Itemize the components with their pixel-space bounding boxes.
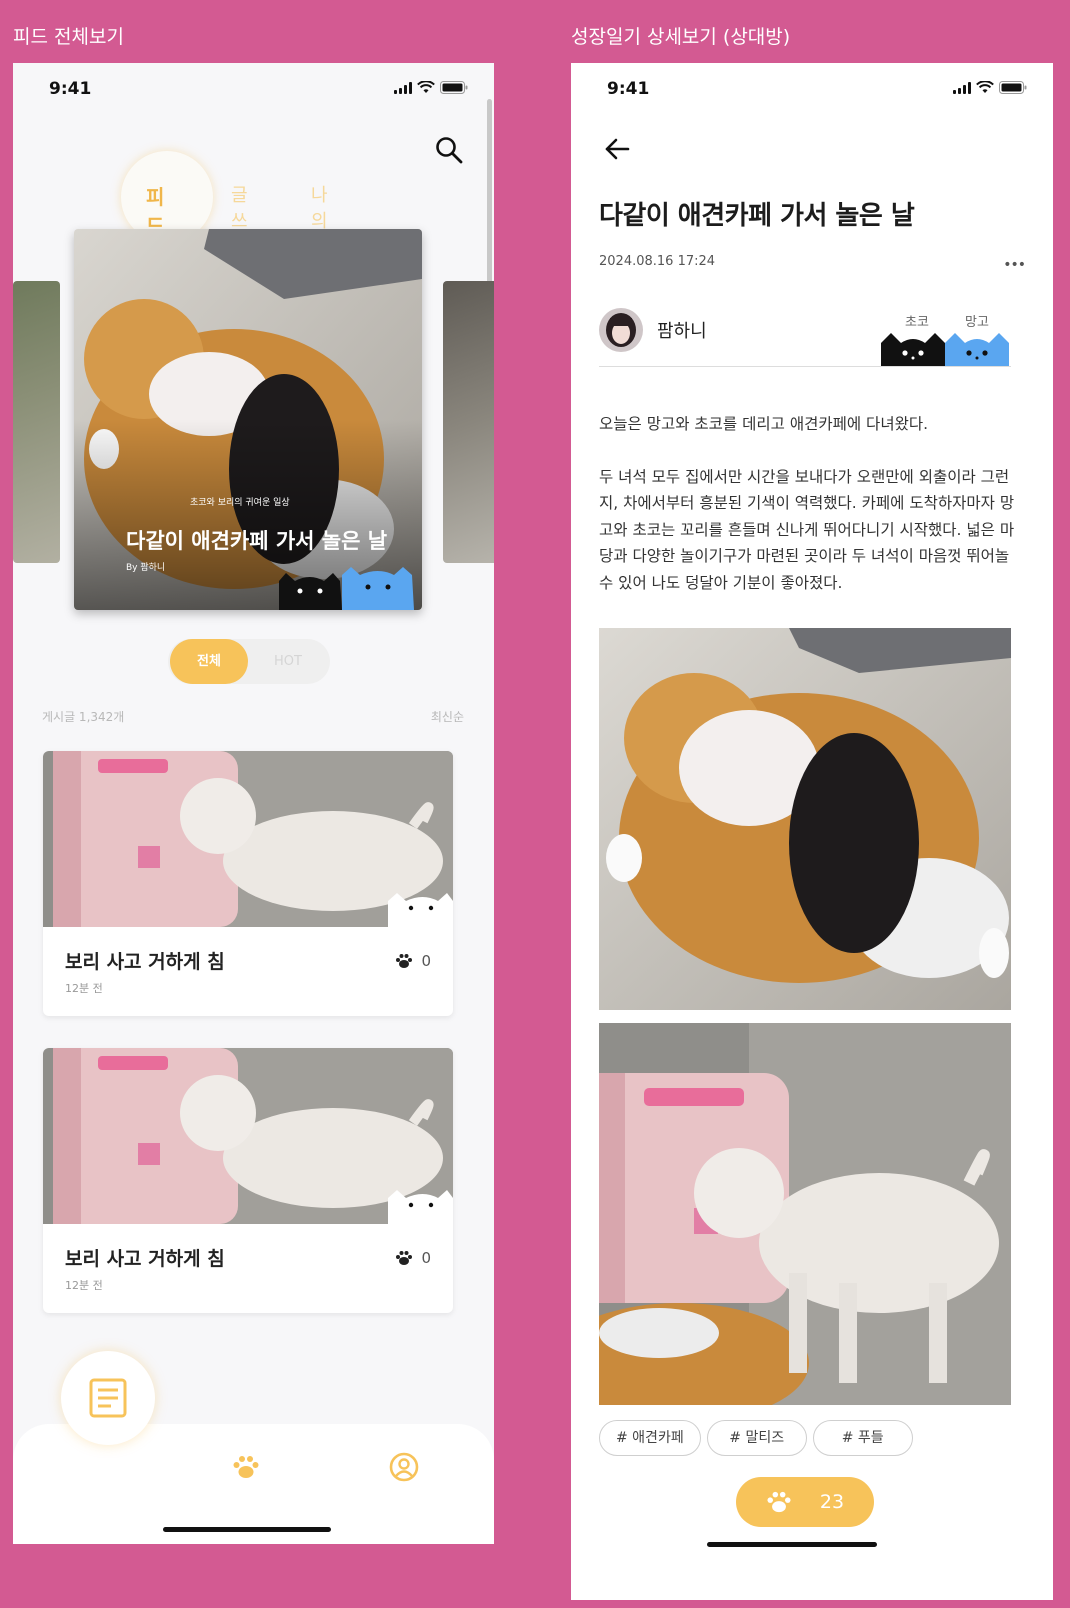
- diary-paragraph: 두 녀석 모두 집에서만 시간을 보내다가 오랜만에 외출이라 그런지, 차에서…: [599, 467, 1015, 592]
- diary-title: 다같이 애견카페 가서 놀은 날: [599, 201, 915, 231]
- bottom-nav: [13, 1424, 494, 1544]
- scrollbar[interactable]: [487, 99, 492, 289]
- diary-photo[interactable]: [599, 1023, 1011, 1405]
- post-title: 보리 사고 거하게 침: [65, 951, 225, 973]
- status-icons: [953, 81, 1027, 94]
- carousel-next-card[interactable]: [443, 281, 494, 563]
- more-options-button[interactable]: •••: [1003, 257, 1026, 273]
- pet-label-mango: 망고: [965, 315, 989, 330]
- pet-choco-cat-icon[interactable]: [881, 331, 945, 367]
- post-photo: [43, 751, 453, 927]
- tag-list: # 애견카페 # 말티즈 # 푸들: [599, 1420, 913, 1456]
- status-time: 9:41: [607, 79, 650, 99]
- signal-icon: [953, 82, 971, 94]
- document-icon: [89, 1378, 127, 1418]
- featured-diary-card[interactable]: 초코와 보리의 귀여운 일상 다같이 애견카페 가서 놀은 날 By 팜하니: [74, 229, 422, 610]
- tag-chip[interactable]: # 말티즈: [706, 1420, 807, 1456]
- tag-chip[interactable]: # 애견카페: [599, 1420, 701, 1456]
- hero-subtitle: 초코와 보리의 귀여운 일상: [190, 498, 290, 508]
- home-indicator: [163, 1527, 331, 1532]
- diary-body: 오늘은 망고와 초코를 데리고 애견카페에 다녀왔다. 두 녀석 모두 집에서만…: [599, 411, 1015, 622]
- diary-detail-screen: 9:41 다같이 애견카페 가서 놀은 날 2024.08.16 17:24 •…: [571, 63, 1053, 1600]
- like-count: 23: [819, 1491, 845, 1513]
- carousel-prev-card[interactable]: [13, 281, 60, 563]
- back-arrow-icon[interactable]: [603, 135, 631, 163]
- post-time: 12분 전: [65, 1279, 103, 1292]
- hero-title: 다같이 애견카페 가서 놀은 날: [126, 529, 388, 553]
- post-likes: 0: [395, 952, 431, 970]
- wifi-icon: [417, 81, 435, 93]
- status-bar: 9:41: [571, 63, 1053, 115]
- battery-icon: [999, 81, 1027, 94]
- post-card[interactable]: 보리 사고 거하게 침 12분 전 0: [43, 751, 453, 1016]
- wifi-icon: [976, 81, 994, 93]
- status-time: 9:41: [49, 79, 92, 99]
- post-likes: 0: [395, 1249, 431, 1267]
- diary-paragraph: 오늘은 망고와 초코를 데리고 애견카페에 다녀왔다.: [599, 415, 929, 433]
- paw-nav-icon[interactable]: [232, 1454, 260, 1480]
- tag-chip[interactable]: # 푸들: [812, 1420, 913, 1456]
- battery-icon: [440, 81, 468, 94]
- avatar-photo: [599, 308, 643, 352]
- search-icon[interactable]: [434, 135, 464, 165]
- like-count: 0: [421, 952, 431, 970]
- post-time: 12분 전: [65, 982, 103, 995]
- frame-label-feed: 피드 전체보기: [13, 26, 124, 48]
- status-bar: 9:41: [13, 63, 494, 115]
- post-count: 게시글 1,342개: [42, 710, 125, 724]
- post-photo: [43, 1048, 453, 1224]
- author-name[interactable]: 팜하니: [657, 317, 707, 343]
- profile-nav-icon[interactable]: [389, 1452, 419, 1482]
- home-indicator: [707, 1542, 877, 1547]
- avatar[interactable]: [599, 308, 643, 352]
- diary-date: 2024.08.16 17:24: [599, 254, 716, 269]
- like-button[interactable]: 23: [736, 1477, 874, 1527]
- divider: [599, 366, 1011, 367]
- paw-icon: [396, 1251, 413, 1265]
- feed-screen: 9:41 피드 글쓰기 나의 글: [13, 63, 494, 1544]
- pet-label-choco: 초코: [905, 315, 929, 330]
- feed-nav-button[interactable]: [61, 1351, 155, 1445]
- paw-icon: [767, 1491, 791, 1513]
- filter-all-button[interactable]: 전체: [170, 639, 248, 684]
- post-title: 보리 사고 거하게 침: [65, 1248, 225, 1270]
- hero-author: By 팜하니: [126, 563, 166, 573]
- status-icons: [394, 81, 468, 94]
- post-card[interactable]: 보리 사고 거하게 침 12분 전 0: [43, 1048, 453, 1313]
- diary-photo[interactable]: [599, 628, 1011, 1010]
- filter-hot-button[interactable]: HOT: [248, 639, 328, 684]
- filter-toggle: 전체 HOT: [168, 639, 330, 684]
- frame-label-detail: 성장일기 상세보기 (상대방): [571, 26, 791, 48]
- sort-dropdown[interactable]: 최신순: [431, 708, 464, 725]
- pet-mango-cat-icon[interactable]: [945, 331, 1009, 367]
- paw-icon: [396, 954, 413, 968]
- like-count: 0: [421, 1249, 431, 1267]
- signal-icon: [394, 82, 412, 94]
